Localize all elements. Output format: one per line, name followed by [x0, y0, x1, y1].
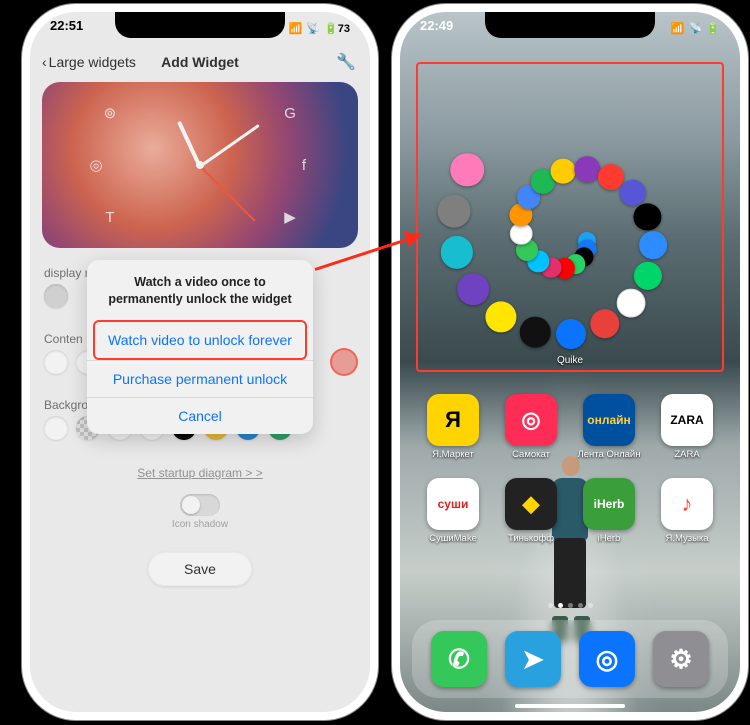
app-Самокат[interactable]: ◎ Самокат: [497, 394, 565, 460]
spiral-app-icon[interactable]: [551, 159, 576, 184]
app-icon: суши: [427, 478, 479, 530]
spiral-app-icon[interactable]: [574, 157, 599, 182]
spiral-app-icon[interactable]: [639, 232, 667, 260]
app-icon: ◆: [505, 478, 557, 530]
status-indicators: 📶 📡 🔋73: [289, 18, 350, 38]
watch-video-button[interactable]: Watch video to unlock forever: [93, 320, 307, 360]
spiral-app-icon[interactable]: [485, 301, 516, 332]
spiral-app-icon[interactable]: [633, 262, 661, 290]
spiral-app-icon[interactable]: [617, 289, 646, 318]
home-indicator[interactable]: [515, 704, 625, 708]
app-Тинькофф[interactable]: ◆ Тинькофф: [497, 478, 565, 544]
app-label: Самокат: [512, 449, 550, 460]
spiral-app-icon[interactable]: [590, 309, 619, 338]
app-label: Я.Маркет: [432, 449, 474, 460]
app-Я.Музыка[interactable]: ♪ Я.Музыка: [653, 478, 721, 544]
wifi-icon: 📡: [306, 22, 320, 35]
signal-icon: 📶: [289, 22, 303, 35]
spiral-app-icon[interactable]: [441, 236, 473, 268]
app-icon: iHerb: [583, 478, 635, 530]
status-time: 22:49: [420, 18, 453, 38]
app-row-2: суши СушиMake ◆ Тинькофф iHerb iHerb ♪ Я.Музыка: [400, 478, 740, 544]
dock-safari[interactable]: ◎: [579, 631, 635, 687]
app-СушиMake[interactable]: суши СушиMake: [419, 478, 487, 544]
spiral-app-icon[interactable]: [520, 317, 551, 348]
status-indicators: 📶 📡 🔋: [671, 18, 720, 38]
dock-settings[interactable]: ⚙: [653, 631, 709, 687]
dock-phone[interactable]: ✆: [431, 631, 487, 687]
spiral-app-icon[interactable]: [438, 194, 471, 227]
spiral-app-icon[interactable]: [619, 179, 646, 206]
phone-right: 22:49 📶 📡 🔋 Quike Я Я.Маркет ◎ Самокат онлай…: [400, 12, 740, 712]
signal-icon: 📶: [671, 22, 685, 35]
app-label: ZARA: [674, 449, 699, 460]
phone-left: 22:51 📶 📡 🔋73 ‹ Large widgets Add Widget…: [30, 12, 370, 712]
app-label: Я.Музыка: [665, 533, 708, 544]
app-ZARA[interactable]: ZARA ZARA: [653, 394, 721, 460]
app-icon: Я: [427, 394, 479, 446]
notch: [485, 12, 655, 38]
app-Лента Онлайн[interactable]: онлайн Лента Онлайн: [575, 394, 643, 460]
notch: [115, 12, 285, 38]
dock-telegram[interactable]: ➤: [505, 631, 561, 687]
app-icon: ♪: [661, 478, 713, 530]
status-time: 22:51: [50, 18, 83, 38]
spiral-app-icon[interactable]: [458, 273, 490, 305]
app-label: Лента Онлайн: [578, 449, 641, 460]
app-label: Тинькофф: [508, 533, 554, 544]
spiral-app-icon[interactable]: [450, 153, 483, 186]
home-widget-highlight: Quike: [416, 62, 724, 372]
wifi-icon: 📡: [689, 22, 703, 35]
app-label: iHerb: [598, 533, 621, 544]
dock: ✆ ➤ ◎ ⚙: [412, 620, 728, 698]
battery-icon: 🔋: [706, 22, 720, 35]
spiral-app-icon[interactable]: [634, 203, 661, 230]
battery-icon: 🔋73: [324, 22, 350, 35]
app-label: СушиMake: [429, 533, 477, 544]
spiral-widget[interactable]: [570, 235, 571, 236]
unlock-sheet: Watch a video once to permanently unlock…: [87, 260, 313, 434]
app-iHerb[interactable]: iHerb iHerb: [575, 478, 643, 544]
app-icon: ZARA: [661, 394, 713, 446]
sheet-message: Watch a video once to permanently unlock…: [87, 260, 313, 320]
widget-name-label: Quike: [418, 355, 722, 366]
spiral-app-icon[interactable]: [556, 319, 586, 349]
app-Я.Маркет[interactable]: Я Я.Маркет: [419, 394, 487, 460]
app-icon: ◎: [505, 394, 557, 446]
app-icon: онлайн: [583, 394, 635, 446]
screen-left: ‹ Large widgets Add Widget 🔧 ◉₽Gf▶➤♪🐦T◎⊚…: [30, 12, 370, 712]
cancel-button[interactable]: Cancel: [87, 397, 313, 434]
page-dots[interactable]: [400, 603, 740, 608]
purchase-button[interactable]: Purchase permanent unlock: [87, 360, 313, 397]
app-row-1: ЯЯ.Маркет◎СамокатонлайнЛента ОнлайнZARAZ…: [400, 394, 740, 460]
